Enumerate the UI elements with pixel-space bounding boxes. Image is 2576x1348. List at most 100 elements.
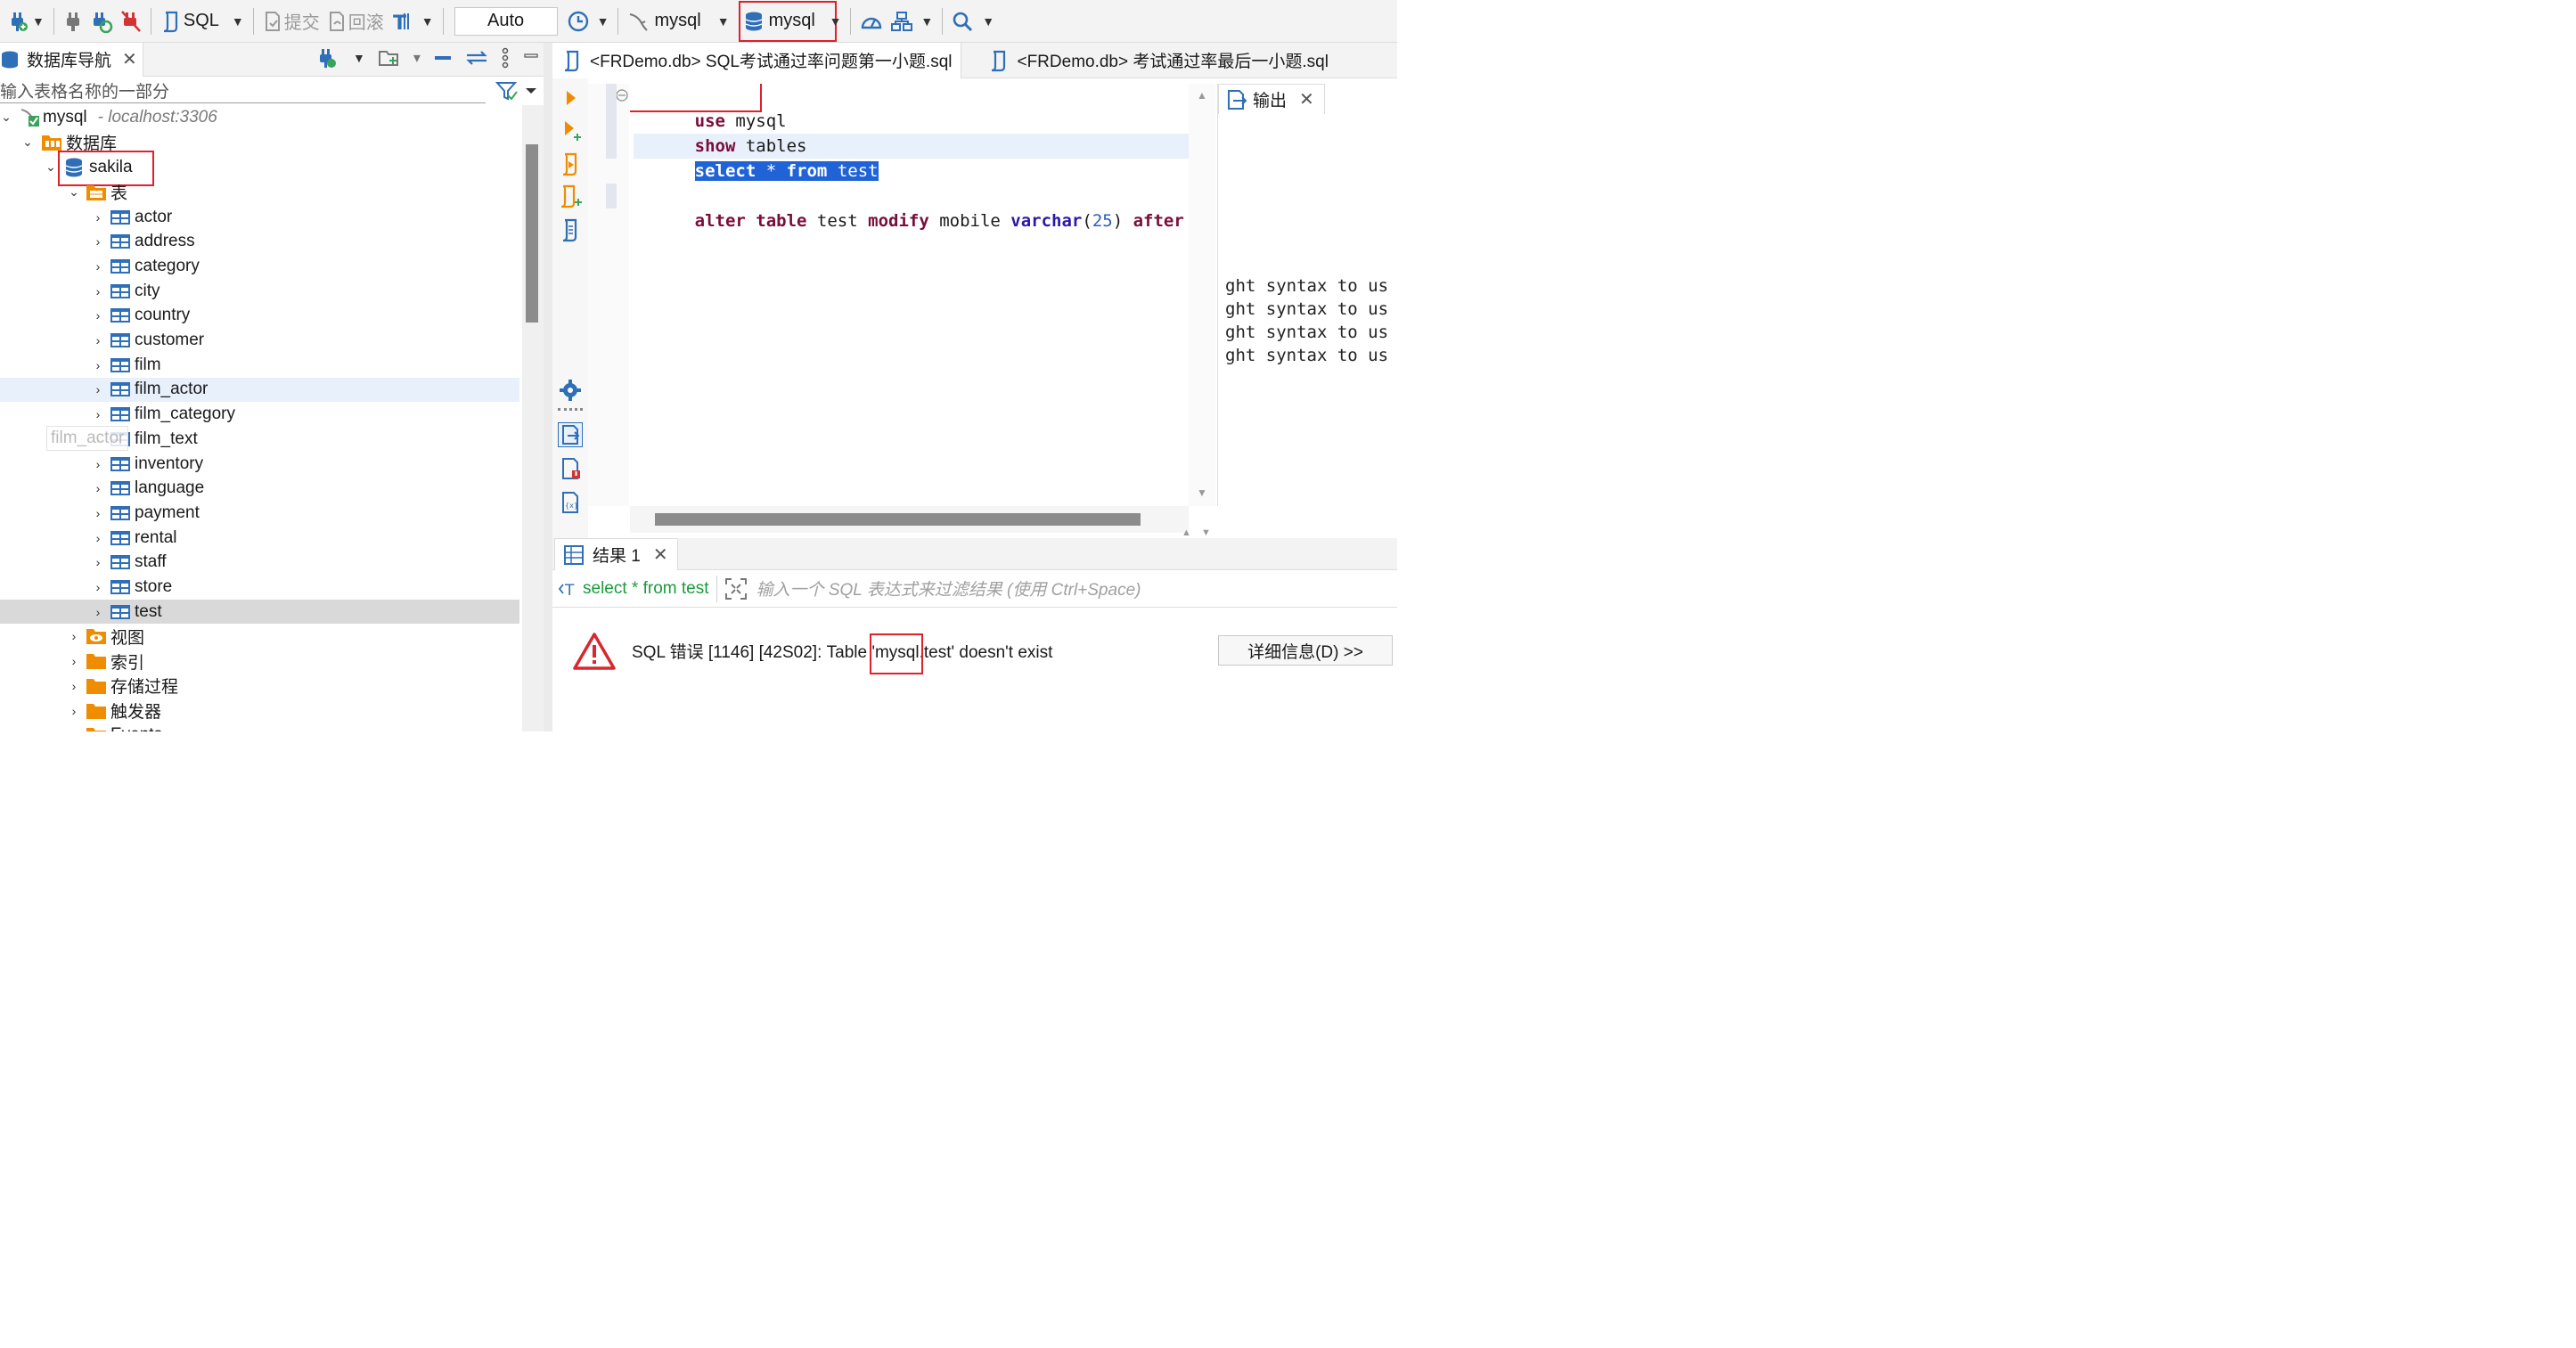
transaction-mode-button[interactable]: T ▼ xyxy=(388,4,438,39)
chevron-down-icon[interactable]: ▼ xyxy=(353,51,365,65)
execute-statement-icon[interactable] xyxy=(558,86,583,110)
chevron-right-icon[interactable]: › xyxy=(92,605,104,619)
tree-node-table[interactable]: › city xyxy=(0,279,519,303)
results-filter-input[interactable]: 输入一个 SQL 表达式来过滤结果 (使用 Ctrl+Space) xyxy=(756,576,1141,600)
results-query-button[interactable]: T select * from test xyxy=(558,575,717,602)
chevron-right-icon[interactable]: › xyxy=(92,308,104,323)
tree-node-table[interactable]: › payment xyxy=(0,501,519,525)
sql-editor-button[interactable]: SQL ▼ xyxy=(157,4,248,39)
chevron-right-icon[interactable]: › xyxy=(92,506,104,520)
expand-filter-icon[interactable] xyxy=(724,577,748,600)
history-button[interactable]: ▼ xyxy=(563,4,613,39)
tree-node-table[interactable]: › store xyxy=(0,576,519,600)
chevron-right-icon[interactable]: › xyxy=(68,704,80,718)
chevron-down-icon[interactable]: ⌄ xyxy=(45,159,57,175)
chevron-down-icon[interactable]: ▼ xyxy=(920,14,933,29)
chevron-right-icon[interactable]: › xyxy=(92,555,104,569)
chevron-down-icon[interactable]: ▼ xyxy=(32,14,45,29)
tree-node-table[interactable]: › country xyxy=(0,304,519,328)
problems-icon[interactable] xyxy=(558,456,583,481)
settings-gear-icon[interactable] xyxy=(558,378,583,403)
chevron-right-icon[interactable]: › xyxy=(92,333,104,347)
tree-node-table[interactable]: › category xyxy=(0,254,519,278)
chevron-right-icon[interactable]: › xyxy=(92,234,104,249)
chevron-right-icon[interactable]: › xyxy=(92,457,104,471)
transaction-mode-field[interactable]: Auto xyxy=(454,6,558,36)
close-icon[interactable]: ✕ xyxy=(653,543,668,566)
dashboard-button[interactable] xyxy=(856,4,887,39)
tree-node-folder[interactable]: › 索引 xyxy=(0,649,519,674)
close-icon[interactable]: ✕ xyxy=(122,48,137,70)
link-editor-icon[interactable] xyxy=(465,48,488,68)
tab-editor-2[interactable]: <FRDemo.db> 考试通过率最后一小题.sql xyxy=(979,43,1337,78)
chevron-down-icon[interactable]: ⌄ xyxy=(68,184,80,200)
chevron-right-icon[interactable]: › xyxy=(92,407,104,421)
tree-node-table[interactable]: › staff xyxy=(0,551,519,575)
tab-output[interactable]: 输出 ✕ xyxy=(1218,84,1325,114)
editor-horizontal-scrollbar[interactable] xyxy=(630,506,1189,533)
more-options-icon[interactable] xyxy=(501,47,510,69)
close-icon[interactable]: ✕ xyxy=(1299,88,1314,110)
editor-horizontal-scrollbar-thumb[interactable] xyxy=(655,513,1141,526)
details-button[interactable]: 详细信息(D) >> xyxy=(1218,635,1393,666)
chevron-right-icon[interactable]: › xyxy=(68,654,80,668)
chevron-right-icon[interactable]: › xyxy=(92,210,104,225)
panel-divider[interactable] xyxy=(544,43,552,731)
chevron-down-icon[interactable]: ▼ xyxy=(232,14,244,29)
sql-editor[interactable]: use mysql show tables select * from test… xyxy=(630,84,1189,506)
active-database-selector[interactable]: mysql xyxy=(738,0,837,42)
tab-results-1[interactable]: 结果 1 ✕ xyxy=(554,538,678,570)
chevron-down-icon[interactable]: ▼ xyxy=(717,14,730,29)
rollback-button[interactable]: 回滚 xyxy=(323,4,388,39)
navigator-scrollbar[interactable] xyxy=(522,105,544,731)
chevron-right-icon[interactable]: › xyxy=(92,481,104,495)
tree-node-schema[interactable]: ⌄ sakila xyxy=(0,151,519,186)
chevron-right-icon[interactable]: › xyxy=(92,580,104,594)
tree-node-folder[interactable]: › 视图 xyxy=(0,625,519,649)
tree-node-table[interactable]: › inventory xyxy=(0,452,519,476)
tree-node-tables-folder[interactable]: ⌄ 表 xyxy=(0,180,519,204)
chevron-right-icon[interactable]: › xyxy=(92,358,104,372)
reconnect-button[interactable] xyxy=(86,4,117,39)
tab-database-navigator[interactable]: 数据库导航 ✕ xyxy=(0,42,143,77)
tree-node-table[interactable]: › film xyxy=(0,353,519,377)
chevron-down-icon[interactable]: ▾ xyxy=(413,49,421,67)
tree-node-folder[interactable]: › Events xyxy=(0,723,519,731)
datasource-selector[interactable]: mysql ▼ xyxy=(624,4,732,39)
execute-new-tab-icon[interactable] xyxy=(558,118,583,143)
chevron-down-icon[interactable]: ⌄ xyxy=(21,135,34,150)
fold-collapse-icon[interactable] xyxy=(615,88,629,102)
chevron-right-icon[interactable]: › xyxy=(68,629,80,643)
tree-node-connection[interactable]: ⌄ mysql - localhost:3306 xyxy=(0,105,519,129)
tree-node-table[interactable]: › film_category xyxy=(0,403,519,427)
tree-node-folder[interactable]: › 存储过程 xyxy=(0,674,519,698)
editor-vertical-scrollbar[interactable]: ▲ ▼ xyxy=(1189,84,1215,506)
chevron-right-icon[interactable]: › xyxy=(92,382,104,396)
chevron-right-icon[interactable]: › xyxy=(92,259,104,274)
chevron-down-icon[interactable]: ▼ xyxy=(830,14,842,29)
scroll-up-icon[interactable]: ▲ xyxy=(1197,89,1207,102)
new-folder-icon[interactable] xyxy=(378,47,401,69)
scroll-down-icon[interactable]: ▼ xyxy=(1197,486,1207,499)
new-connection-button[interactable]: ▼ xyxy=(4,4,48,39)
tab-editor-1[interactable]: <FRDemo.db> SQL考试通过率问题第一小题.sql xyxy=(552,42,962,78)
table-filter-input[interactable]: 输入表格名称的一部分 xyxy=(0,78,486,103)
chevron-down-icon[interactable]: ▼ xyxy=(421,14,434,29)
chevron-down-icon[interactable]: ▼ xyxy=(597,14,609,29)
er-diagram-button[interactable]: ▼ xyxy=(887,4,936,39)
collapse-up-icon[interactable]: ▲ xyxy=(1182,527,1191,538)
tree-node-table[interactable]: › actor xyxy=(0,205,519,229)
navigator-scrollbar-thumb[interactable] xyxy=(526,144,538,323)
execute-script-new-tab-icon[interactable] xyxy=(558,184,583,208)
chevron-right-icon[interactable]: › xyxy=(68,728,80,731)
collapse-down-icon[interactable]: ▼ xyxy=(1201,527,1211,538)
tree-node-table[interactable]: › address xyxy=(0,230,519,254)
search-button[interactable]: ▼ xyxy=(948,4,998,39)
filter-icon[interactable] xyxy=(495,79,536,102)
output-toggle-icon[interactable] xyxy=(558,422,583,447)
chevron-right-icon[interactable]: › xyxy=(92,531,104,545)
explain-plan-icon[interactable] xyxy=(558,217,583,242)
commit-button[interactable]: 提交 xyxy=(259,4,323,39)
chevron-down-icon[interactable]: ⌄ xyxy=(0,110,12,125)
tree-node-table[interactable]: › customer xyxy=(0,329,519,353)
